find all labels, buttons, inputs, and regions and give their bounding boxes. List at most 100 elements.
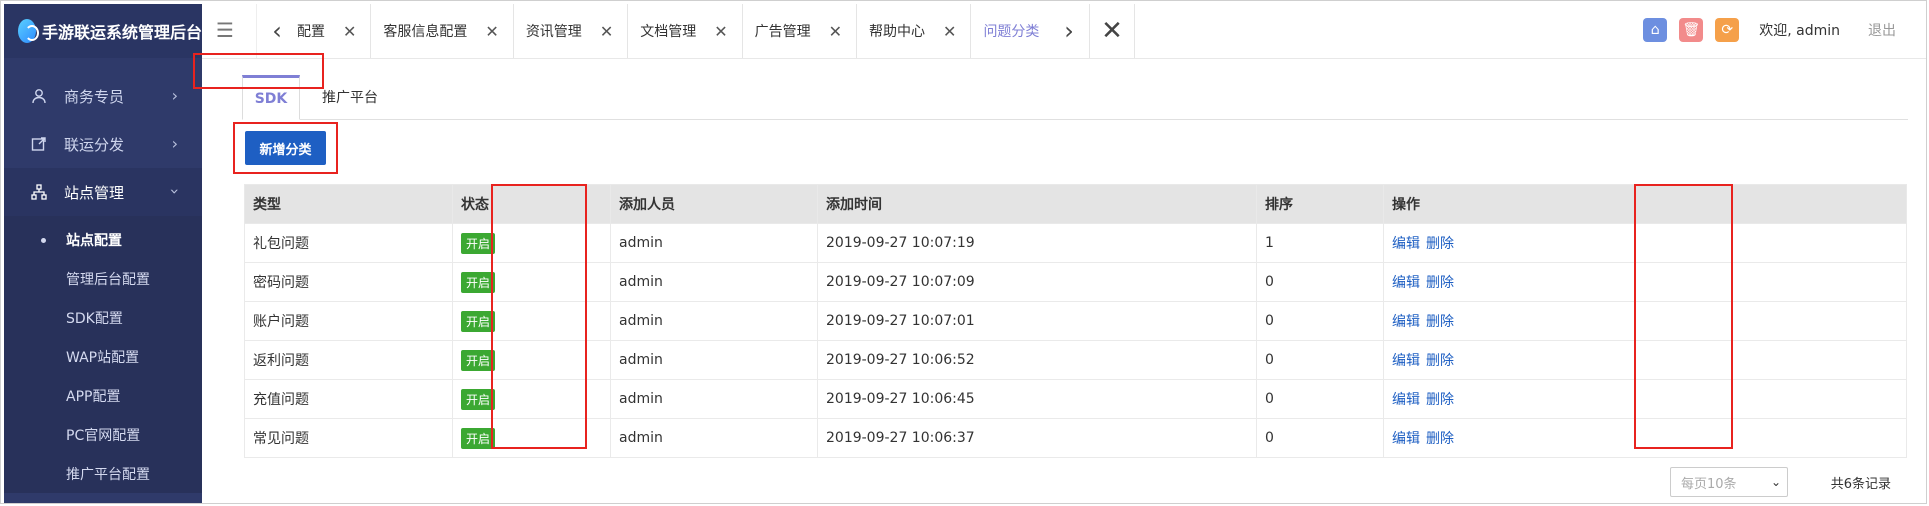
status-badge[interactable]: 开启: [461, 388, 496, 410]
sidebar-submenu: 站点配置 管理后台配置 SDK配置 WAP站配置 APP配置 PC官网配置 推广…: [4, 216, 202, 493]
cell-actions: 编辑 删除: [1383, 301, 1907, 341]
cell-sort: 0: [1256, 262, 1384, 302]
sidebar-subitem-app-config[interactable]: APP配置: [4, 376, 202, 415]
page-tabs: ‹ 台配置 ✕ 客服信息配置 ✕ 资讯管理 ✕ 文档管理 ✕ 广告管理 ✕ 帮助中心 ✕ 问…: [256, 4, 1135, 58]
chevron-down-icon: ⌄: [1770, 475, 1781, 489]
col-status: 状态: [452, 184, 611, 224]
sidebar-subitem-wap-config[interactable]: WAP站配置: [4, 337, 202, 376]
logo-icon: [18, 19, 39, 43]
cell-status: 开启: [452, 379, 611, 419]
table-row: 充值问题 开启 admin 2019-09-27 10:06:45 0 编辑 删除: [244, 379, 1907, 419]
tab-label: 资讯管理: [525, 24, 582, 40]
logout-link[interactable]: 退出: [1868, 20, 1896, 40]
close-all-tabs-button[interactable]: ✕: [1089, 4, 1135, 58]
status-badge[interactable]: 开启: [461, 427, 496, 449]
collapse-sidebar-icon[interactable]: ☰: [216, 18, 234, 42]
tab-line: 台配置 ✕ 客服信息配置 ✕ 资讯管理 ✕ 文档管理 ✕ 广告管理 ✕ 帮助中心 ✕ 问题分…: [297, 4, 1049, 58]
cell-time: 2019-09-27 10:07:19: [817, 223, 1257, 263]
close-icon[interactable]: ✕: [714, 22, 727, 41]
table-row: 返利问题 开启 admin 2019-09-27 10:06:52 0 编辑 删除: [244, 340, 1907, 380]
table-header-row: 类型 状态 添加人员 添加时间 排序 操作: [244, 184, 1907, 224]
delete-link[interactable]: 删除: [1426, 392, 1454, 408]
edit-link[interactable]: 编辑: [1392, 236, 1420, 252]
sidebar-item-label: 站点管理: [64, 183, 125, 202]
delete-link[interactable]: 删除: [1426, 314, 1454, 330]
tab-label: 台配置: [297, 24, 325, 40]
tab-label: 问题分类: [983, 24, 1040, 40]
chevron-down-icon: ›: [165, 188, 185, 195]
cell-time: 2019-09-27 10:06:52: [817, 340, 1257, 380]
cell-time: 2019-09-27 10:06:45: [817, 379, 1257, 419]
tab-ads[interactable]: 广告管理 ✕: [743, 4, 858, 58]
tab-docs[interactable]: 文档管理 ✕: [628, 4, 743, 58]
app-logo[interactable]: 手游联运系统管理后台: [4, 4, 202, 58]
cell-sort: 0: [1256, 340, 1384, 380]
sidebar-item-distribution[interactable]: 联运分发 ›: [4, 120, 202, 168]
close-icon[interactable]: ✕: [485, 22, 498, 41]
cell-status: 开启: [452, 262, 611, 302]
table-row: 常见问题 开启 admin 2019-09-27 10:06:37 0 编辑 删除: [244, 418, 1907, 458]
refresh-icon[interactable]: ⟳: [1715, 18, 1740, 42]
chevron-right-icon: ›: [171, 134, 178, 153]
tab-label: 广告管理: [754, 24, 811, 40]
sidebar-subitem-admin-config[interactable]: 管理后台配置: [4, 259, 202, 298]
trash-icon[interactable]: 🗑: [1679, 18, 1704, 42]
tab-label: 文档管理: [640, 24, 697, 40]
tab-label: 客服信息配置: [383, 24, 468, 40]
add-category-button[interactable]: 新增分类: [245, 131, 326, 165]
table-row: 密码问题 开启 admin 2019-09-27 10:07:09 0 编辑 删除: [244, 262, 1907, 302]
close-icon[interactable]: ✕: [343, 22, 356, 41]
col-user: 添加人员: [610, 184, 818, 224]
delete-link[interactable]: 删除: [1426, 236, 1454, 252]
close-icon[interactable]: ✕: [829, 22, 842, 41]
cell-type: 充值问题: [244, 379, 453, 419]
sidebar-subitem-site-config[interactable]: 站点配置: [4, 220, 202, 259]
tab-news[interactable]: 资讯管理 ✕: [514, 4, 629, 58]
tab-sdk[interactable]: SDK: [242, 75, 300, 120]
sidebar-item-site-management[interactable]: 站点管理 ›: [4, 168, 202, 216]
sitemap-icon: [30, 183, 48, 201]
status-badge[interactable]: 开启: [461, 310, 496, 332]
edit-link[interactable]: 编辑: [1392, 275, 1420, 291]
col-sort: 排序: [1256, 184, 1384, 224]
tab-promo-platform[interactable]: 推广平台: [322, 75, 378, 119]
status-badge[interactable]: 开启: [461, 232, 496, 254]
delete-link[interactable]: 删除: [1426, 353, 1454, 369]
sidebar: 手游联运系统管理后台 商务专员 › 联运分发 › 站点管理 › 站点配置 管理后…: [4, 4, 202, 503]
tab-service-config[interactable]: 客服信息配置 ✕: [371, 4, 514, 58]
col-time: 添加时间: [817, 184, 1257, 224]
table-row: 账户问题 开启 admin 2019-09-27 10:07:01 0 编辑 删除: [244, 301, 1907, 341]
cell-actions: 编辑 删除: [1383, 379, 1907, 419]
cell-user: admin: [610, 379, 818, 419]
tab-help[interactable]: 帮助中心 ✕: [857, 4, 972, 58]
cell-type: 密码问题: [244, 262, 453, 302]
cell-actions: 编辑 删除: [1383, 340, 1907, 380]
status-badge[interactable]: 开启: [461, 349, 496, 371]
app-title: 手游联运系统管理后台: [41, 23, 202, 42]
tabs-prev-button[interactable]: ‹: [257, 4, 297, 58]
cell-time: 2019-09-27 10:07:01: [817, 301, 1257, 341]
tab-platform-config[interactable]: 台配置 ✕: [297, 4, 372, 58]
sidebar-subitem-sdk-config[interactable]: SDK配置: [4, 298, 202, 337]
tab-question-category[interactable]: 问题分类✕: [971, 4, 1049, 58]
page-size-select[interactable]: 每页10条 ⌄: [1670, 467, 1788, 497]
edit-link[interactable]: 编辑: [1392, 314, 1420, 330]
sidebar-subitem-promo-config[interactable]: 推广平台配置: [4, 454, 202, 493]
home-icon[interactable]: ⌂: [1643, 18, 1668, 42]
delete-link[interactable]: 删除: [1426, 431, 1454, 447]
edit-link[interactable]: 编辑: [1392, 353, 1420, 369]
category-table: 类型 状态 添加人员 添加时间 排序 操作 礼包问题 开启 admin 2019…: [244, 184, 1907, 458]
delete-link[interactable]: 删除: [1426, 275, 1454, 291]
sidebar-item-business[interactable]: 商务专员 ›: [4, 72, 202, 120]
close-icon[interactable]: ✕: [943, 22, 956, 41]
app-frame: 手游联运系统管理后台 商务专员 › 联运分发 › 站点管理 › 站点配置 管理后…: [0, 0, 1927, 504]
edit-link[interactable]: 编辑: [1392, 392, 1420, 408]
close-icon[interactable]: ✕: [600, 22, 613, 41]
tabs-next-button[interactable]: ›: [1049, 4, 1089, 58]
edit-link[interactable]: 编辑: [1392, 431, 1420, 447]
cell-user: admin: [610, 418, 818, 458]
status-badge[interactable]: 开启: [461, 271, 496, 293]
page-size-value: 每页10条: [1681, 476, 1737, 492]
total-records: 共6条记录: [1830, 477, 1891, 492]
sidebar-subitem-pc-config[interactable]: PC官网配置: [4, 415, 202, 454]
